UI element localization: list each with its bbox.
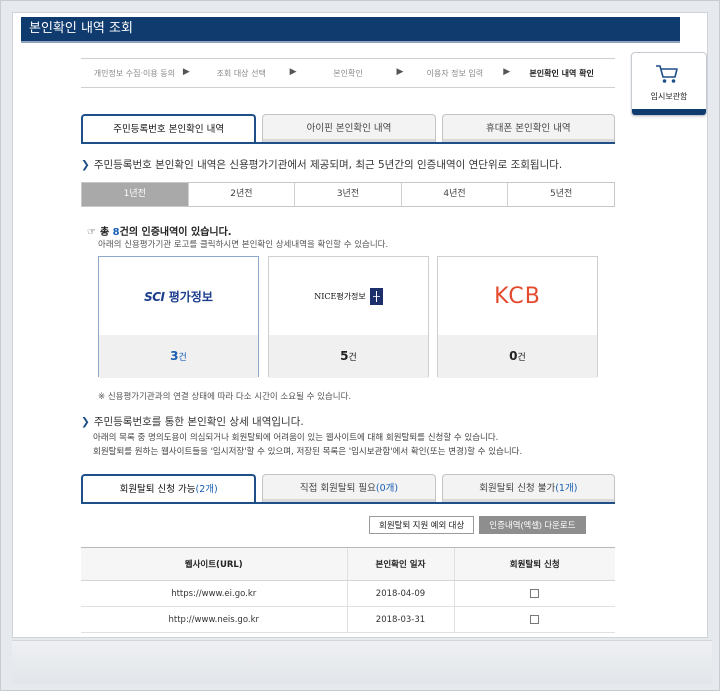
- agency-count-value: 0: [509, 349, 518, 363]
- tab-ipin[interactable]: 아이핀 본인확인 내역: [262, 114, 436, 142]
- table-row: https://www.ei.go.kr 2018-04-09: [81, 580, 615, 607]
- id-description: ❯ 주민등록번호 본인확인 내역은 신용평가기관에서 제공되며, 최근 5년간의 …: [81, 157, 562, 172]
- step-label: 개인정보 수집·이용 동의: [93, 68, 176, 78]
- agency-count: 3건: [99, 335, 258, 378]
- tab-withdraw-unavailable[interactable]: 회원탈퇴 신청 불가(1개): [441, 474, 615, 502]
- total-suffix: 건의 인증내역이 있습니다.: [119, 227, 232, 238]
- header-date: 본인확인 일자: [346, 547, 454, 581]
- withdraw-checkbox[interactable]: [530, 588, 540, 598]
- sci-logo-text: 평가정보: [168, 289, 213, 304]
- total-subtext: 아래의 신용평가기관 로고를 클릭하시면 본인확인 상세내역을 확인할 수 있습…: [98, 240, 389, 250]
- agency-count-value: 5: [340, 349, 349, 363]
- pointing-hand-icon: ☞: [87, 227, 96, 238]
- id-type-tabs: 주민등록번호 본인확인 내역 아이핀 본인확인 내역 휴대폰 본인확인 내역: [81, 114, 615, 142]
- row-date: 2018-03-31: [346, 606, 454, 633]
- year-tab-2[interactable]: 2년전: [187, 183, 295, 206]
- tab-count: (1개): [555, 483, 578, 494]
- website-table: 웹사이트(URL) 본인확인 일자 회원탈퇴 신청 https://www.ei…: [81, 547, 615, 633]
- row-withdraw-cell: [453, 606, 615, 633]
- nice-logo: NICE평가정보: [269, 257, 428, 335]
- step-1: 개인정보 수집·이용 동의 ▶: [81, 67, 190, 79]
- nice-emblem-icon: [369, 287, 383, 305]
- step-label: 본인확인: [333, 68, 363, 78]
- step-5: 본인확인 내역 확인: [508, 68, 615, 79]
- step-label: 본인확인 내역 확인: [529, 68, 594, 78]
- exclusion-list-button[interactable]: 회원탈퇴 지원 예외 대상: [369, 516, 475, 534]
- agency-count: 5건: [269, 335, 428, 378]
- withdraw-checkbox[interactable]: [530, 614, 540, 624]
- tab-label: 회원탈퇴 신청 가능: [119, 484, 196, 495]
- connection-notice: ※ 신용평가기관과의 연결 상태에 따라 다소 시간이 소요될 수 있습니다.: [98, 392, 352, 402]
- total-number: 8: [112, 227, 120, 238]
- agency-card-kcb[interactable]: KCB 0건: [437, 256, 598, 378]
- tab-underline: [81, 142, 615, 144]
- row-withdraw-cell: [453, 580, 615, 607]
- agency-count-unit: 건: [348, 353, 357, 363]
- tab-count: (0개): [375, 483, 399, 494]
- temp-storage-bar: [632, 109, 706, 115]
- page-title: 본인확인 내역 조회: [21, 17, 680, 41]
- id-description-text: 주민등록번호 본인확인 내역은 신용평가기관에서 제공되며, 최근 5년간의 인…: [93, 159, 563, 171]
- agency-card-sci[interactable]: SCI 평가정보 3건: [98, 256, 259, 378]
- row-url: https://www.ei.go.kr: [81, 580, 347, 607]
- detail-subtext-2: 회원탈퇴를 원하는 웹사이트들을 '임시저장'할 수 있으며, 저장된 목록은 …: [93, 447, 523, 457]
- year-tab-3[interactable]: 3년전: [294, 183, 401, 206]
- detail-subtext-1: 아래의 목록 중 명의도용이 의심되거나 회원탈퇴에 어려움이 있는 웹사이트에…: [93, 433, 499, 443]
- title-underline: [21, 41, 680, 43]
- frame-bottom-area: [12, 640, 712, 684]
- year-tab-4[interactable]: 4년전: [400, 183, 508, 206]
- year-selector: 1년전 2년전 3년전 4년전 5년전: [81, 182, 615, 207]
- chevron-right-icon: ❯: [81, 416, 90, 428]
- row-date: 2018-04-09: [346, 580, 454, 607]
- header-withdraw: 회원탈퇴 신청: [453, 547, 615, 581]
- sci-logo-mark: SCI: [144, 289, 165, 304]
- action-buttons: 회원탈퇴 지원 예외 대상 인증내역(엑셀) 다운로드: [369, 516, 586, 534]
- chevron-right-icon: ❯: [81, 159, 90, 171]
- tab-withdraw-available[interactable]: 회원탈퇴 신청 가능(2개): [81, 474, 257, 502]
- year-tab-5[interactable]: 5년전: [507, 183, 614, 206]
- main-panel: 본인확인 내역 조회 개인정보 수집·이용 동의 ▶ 조회 대상 선택 ▶ 본인확인…: [12, 12, 708, 638]
- tab-label: 회원탈퇴 신청 불가: [479, 483, 556, 494]
- tab-count: (2개): [195, 484, 218, 495]
- step-label: 조회 대상 선택: [216, 68, 266, 78]
- kcb-logo: KCB: [438, 257, 597, 335]
- sci-logo: SCI 평가정보: [99, 257, 258, 335]
- tab-label: 직접 회원탈퇴 필요: [299, 483, 376, 494]
- tab-withdraw-direct[interactable]: 직접 회원탈퇴 필요(0개): [262, 474, 436, 502]
- withdraw-tabs: 회원탈퇴 신청 가능(2개) 직접 회원탈퇴 필요(0개) 회원탈퇴 신청 불가…: [81, 474, 615, 502]
- detail-description-text: 주민등록번호를 통한 본인확인 상세 내역입니다.: [93, 416, 304, 428]
- excel-download-button[interactable]: 인증내역(엑셀) 다운로드: [479, 516, 586, 534]
- step-4: 이용자 정보 입력 ▶: [401, 67, 510, 79]
- agency-count-unit: 건: [178, 353, 187, 363]
- header-url: 웹사이트(URL): [81, 547, 347, 581]
- total-count: ☞ 총 8건의 인증내역이 있습니다.: [87, 223, 232, 238]
- year-tab-1[interactable]: 1년전: [82, 183, 188, 206]
- table-row: http://www.neis.go.kr 2018-03-31: [81, 606, 615, 633]
- step-3: 본인확인 ▶: [295, 67, 403, 79]
- shopping-cart-icon: [656, 65, 678, 83]
- tab-mobile[interactable]: 휴대폰 본인확인 내역: [441, 114, 615, 142]
- step-label: 이용자 정보 입력: [426, 68, 484, 78]
- agency-card-nice[interactable]: NICE평가정보 5건: [268, 256, 429, 378]
- agency-count-unit: 건: [517, 353, 526, 363]
- nice-logo-text: NICE평가정보: [314, 291, 366, 301]
- detail-description: ❯ 주민등록번호를 통한 본인확인 상세 내역입니다.: [81, 414, 304, 429]
- tab-underline: [81, 502, 615, 504]
- total-prefix: 총: [99, 227, 113, 238]
- table-header-row: 웹사이트(URL) 본인확인 일자 회원탈퇴 신청: [81, 547, 615, 581]
- temp-storage-label: 임시보관함: [650, 92, 688, 101]
- temp-storage-button[interactable]: 임시보관함: [631, 52, 707, 116]
- step-indicator: 개인정보 수집·이용 동의 ▶ 조회 대상 선택 ▶ 본인확인 ▶ 이용자 정보 입력…: [81, 58, 615, 88]
- row-url: http://www.neis.go.kr: [81, 606, 347, 633]
- agency-count: 0건: [438, 335, 597, 378]
- tab-resident-number[interactable]: 주민등록번호 본인확인 내역: [81, 114, 257, 142]
- agency-count-value: 3: [170, 349, 179, 363]
- kcb-logo-text: KCB: [494, 283, 541, 309]
- step-2: 조회 대상 선택 ▶: [188, 67, 297, 79]
